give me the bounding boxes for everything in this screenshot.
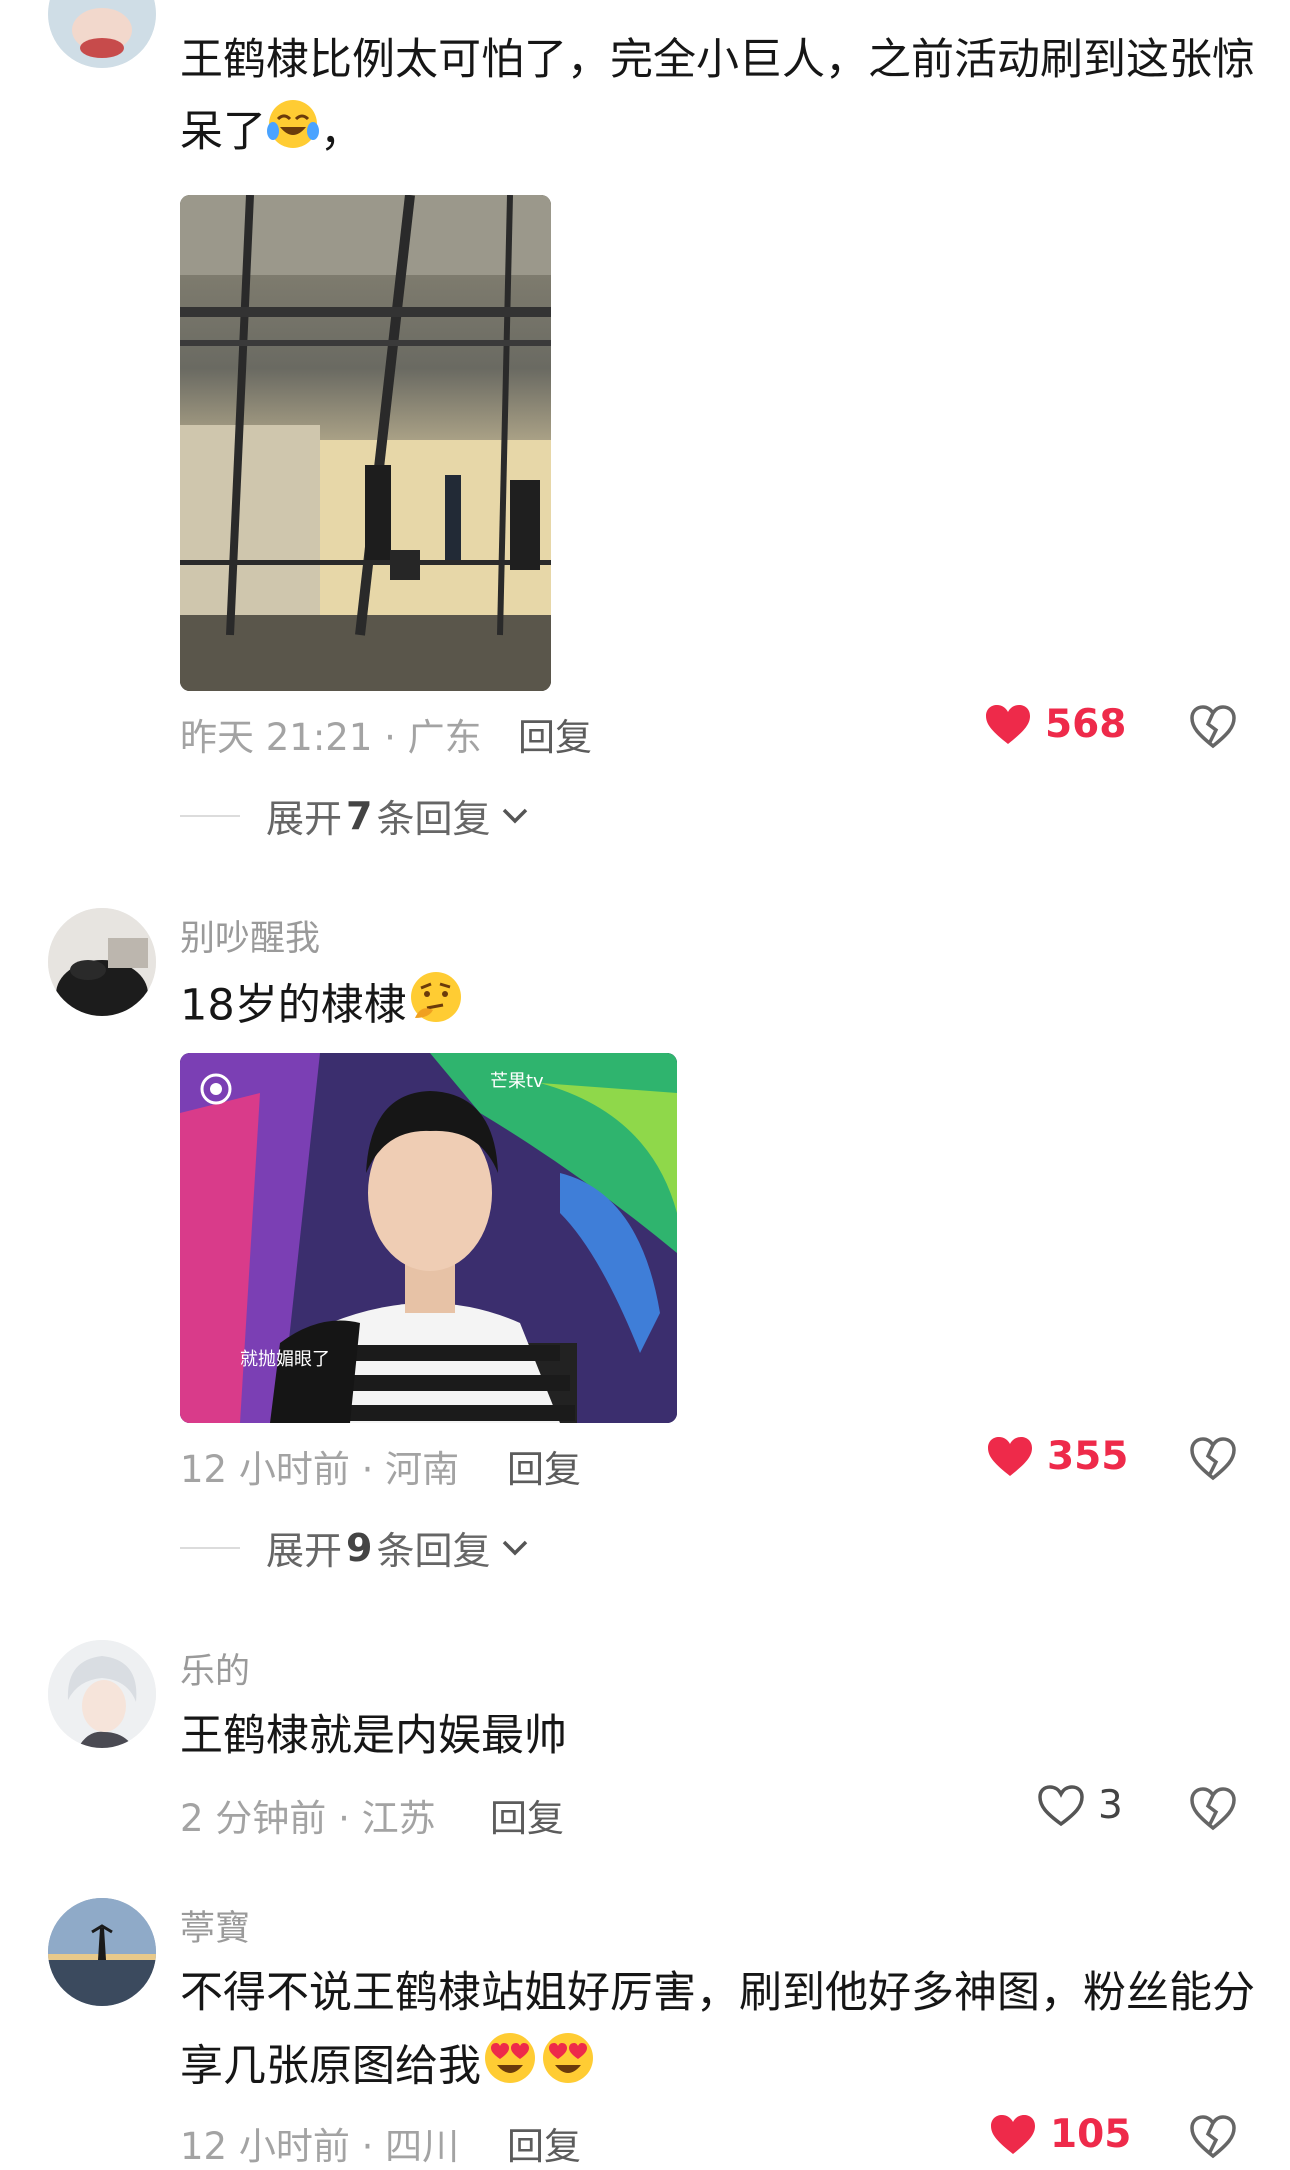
thinking-emoji xyxy=(407,968,465,1048)
like-count: 3 xyxy=(1098,1783,1123,1828)
like-count: 355 xyxy=(1047,1434,1129,1479)
comment-time-location: 昨天 21:21 · 广东 xyxy=(180,716,482,759)
heart-outline-icon xyxy=(1038,1784,1084,1826)
comment-text: 18岁的棣棣 xyxy=(180,968,1240,1048)
broken-heart-icon xyxy=(1190,2115,1236,2159)
heart-filled-icon xyxy=(988,1436,1032,1476)
reply-button[interactable]: 回复 xyxy=(507,2116,581,2170)
heart-filled-icon xyxy=(991,2114,1035,2154)
like-button[interactable]: 3 xyxy=(1038,1783,1123,1828)
comment-text: 王鹤棣就是内娱最帅 xyxy=(180,1711,567,1761)
expand-suffix: 条回复 xyxy=(376,1529,491,1573)
comment-photo[interactable]: 芒果tv 就抛媚眼了 xyxy=(180,1053,677,1423)
avatar[interactable] xyxy=(48,908,156,1016)
expand-prefix: 展开 xyxy=(266,1529,343,1573)
reply-button[interactable]: 回复 xyxy=(490,1788,564,1842)
expand-suffix: 条回复 xyxy=(376,797,491,841)
dislike-button[interactable] xyxy=(1190,1436,1236,1482)
comment-time-location: 2 分钟前 · 江苏 xyxy=(180,1797,436,1840)
comment-text: 不得不说王鹤棣站姐好厉害，刷到他好多神图，粉丝能分享几张原图给我 xyxy=(180,1957,1260,2109)
divider-line xyxy=(180,814,240,817)
like-button[interactable]: 105 xyxy=(990,2112,1131,2157)
expand-count: 9 xyxy=(346,1525,373,1570)
dislike-button[interactable] xyxy=(1190,2114,1236,2160)
divider-line xyxy=(180,1546,240,1549)
comment-photo[interactable] xyxy=(180,195,551,691)
like-button[interactable]: 355 xyxy=(987,1434,1128,1479)
expand-replies[interactable]: 展开 9 条回复 xyxy=(180,1520,530,1575)
avatar[interactable] xyxy=(48,1898,156,2006)
dislike-button[interactable] xyxy=(1190,704,1236,750)
photo-watermark: 芒果tv xyxy=(490,1071,544,1092)
like-count: 568 xyxy=(1045,702,1127,747)
avatar[interactable] xyxy=(48,1640,156,1748)
broken-heart-icon xyxy=(1190,705,1236,749)
heart-filled-icon xyxy=(986,704,1030,744)
like-button[interactable]: 568 xyxy=(985,702,1126,747)
broken-heart-icon xyxy=(1190,1787,1236,1831)
comment-text-body: 不得不说王鹤棣站姐好厉害，刷到他好多神图，粉丝能分享几张原图给我 xyxy=(180,1968,1255,2092)
photo-caption: 就抛媚眼了 xyxy=(240,1349,330,1370)
username[interactable]: 葶寶 xyxy=(180,1900,250,1951)
expand-replies[interactable]: 展开 7 条回复 xyxy=(180,788,530,843)
expand-prefix: 展开 xyxy=(266,797,343,841)
username[interactable]: 别吵醒我 xyxy=(180,910,320,961)
comment-text-body: 18岁的棣棣 xyxy=(180,980,407,1031)
crying-laughing-emoji xyxy=(266,97,320,173)
heart-eyes-emoji xyxy=(539,2029,597,2109)
dislike-button[interactable] xyxy=(1190,1786,1236,1832)
chevron-down-icon xyxy=(503,1540,528,1555)
expand-count: 7 xyxy=(346,793,373,838)
like-count: 105 xyxy=(1050,2112,1132,2157)
comment-time-location: 12 小时前 · 四川 xyxy=(180,2125,460,2168)
reply-button[interactable]: 回复 xyxy=(518,707,592,761)
comment-text-suffix: ， xyxy=(320,107,363,157)
comment-time-location: 12 小时前 · 河南 xyxy=(180,1448,460,1491)
chevron-down-icon xyxy=(503,808,528,823)
broken-heart-icon xyxy=(1190,1437,1236,1481)
avatar[interactable] xyxy=(48,0,156,68)
comment-text: 王鹤棣比例太可怕了，完全小巨人，之前活动刷到这张惊呆了 ， xyxy=(180,24,1260,173)
username[interactable]: 乐的 xyxy=(180,1643,250,1694)
heart-eyes-emoji xyxy=(481,2029,539,2109)
reply-button[interactable]: 回复 xyxy=(507,1439,581,1493)
